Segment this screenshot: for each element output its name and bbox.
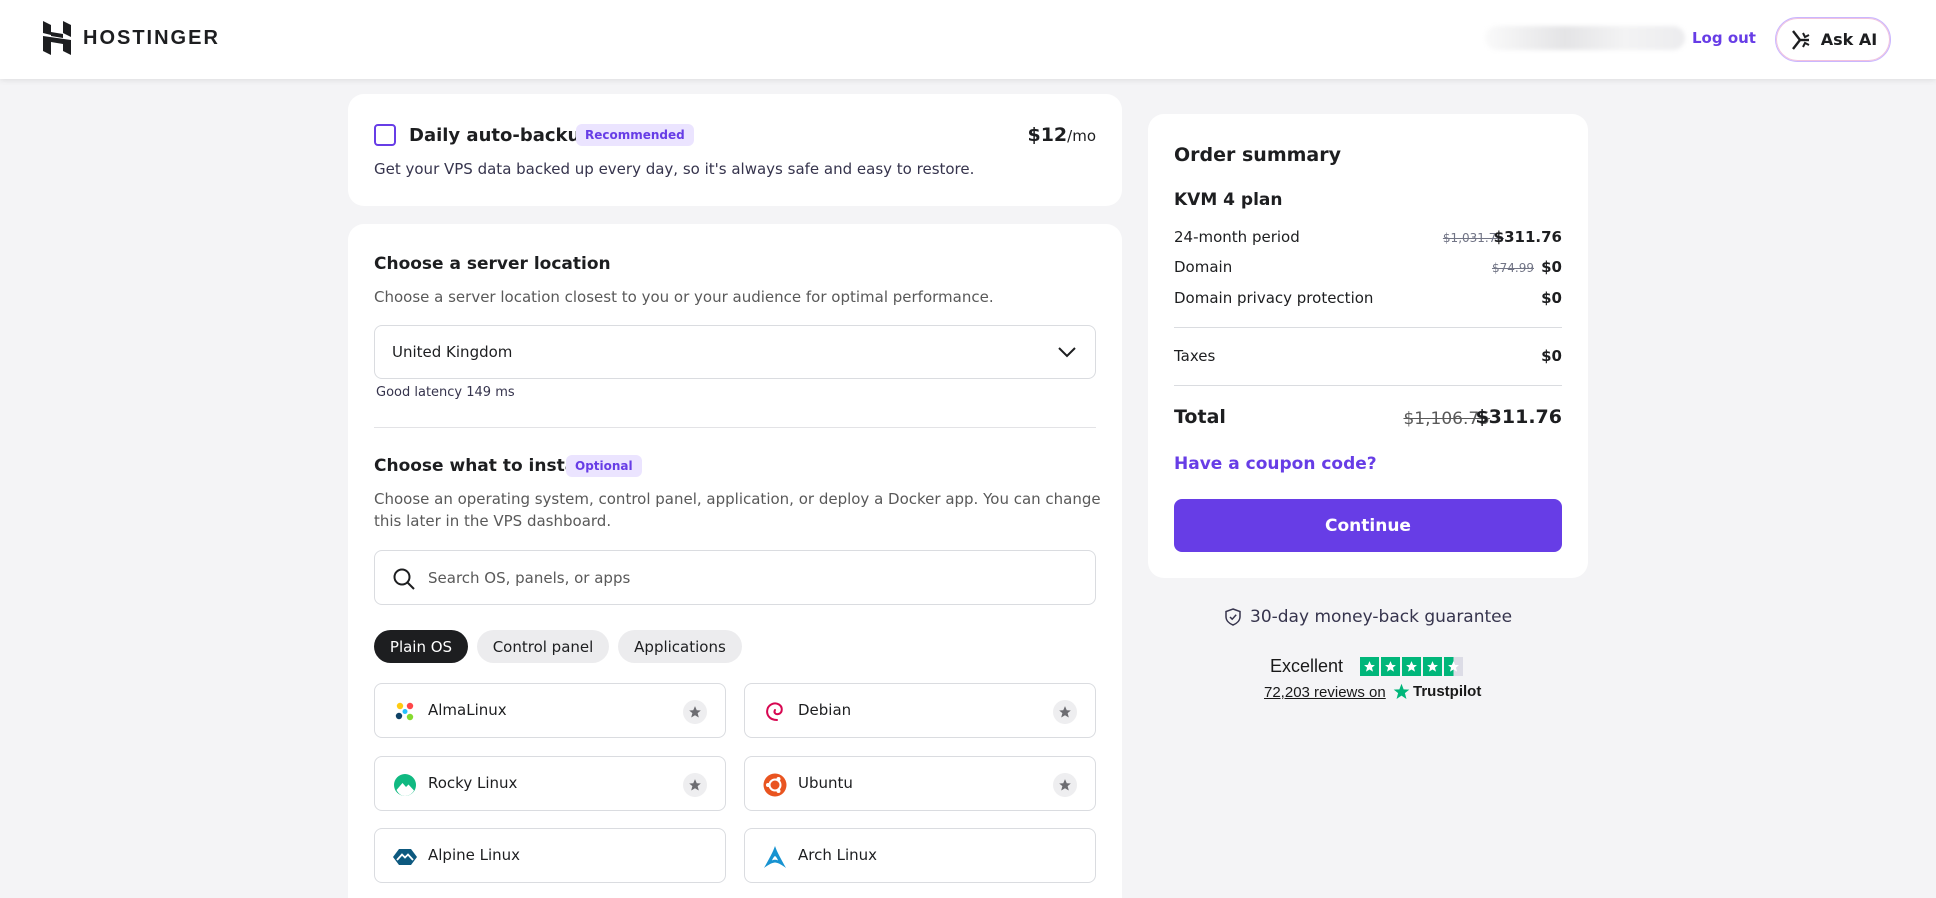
trustpilot-logo: Trustpilot [1393, 683, 1481, 700]
os-search-input[interactable] [428, 566, 1068, 590]
section-divider [374, 427, 1096, 428]
server-location-value: United Kingdom [392, 343, 513, 361]
recommended-badge: Recommended [576, 124, 694, 146]
continue-button[interactable]: Continue [1174, 499, 1562, 552]
search-icon [393, 568, 415, 590]
os-name: Alpine Linux [428, 846, 521, 864]
star-icon [1059, 779, 1071, 791]
latency-text: Good latency 149 ms [376, 385, 515, 400]
ubuntu-icon [763, 773, 787, 797]
tab-applications[interactable]: Applications [618, 630, 742, 663]
favorite-star-icon[interactable] [683, 773, 707, 797]
chevron-down-icon [1058, 347, 1076, 358]
sparkle-icon [1791, 29, 1810, 50]
summary-line-domain: Domain $74.99 $0 [1174, 256, 1562, 278]
summary-divider [1174, 385, 1562, 386]
shield-check-icon [1225, 608, 1241, 626]
os-option-debian[interactable]: Debian [744, 683, 1096, 738]
location-title: Choose a server location [374, 254, 611, 274]
backup-price-amount: $12 [1027, 124, 1068, 146]
server-config-card: Choose a server location Choose a server… [348, 224, 1122, 898]
line-price: $0 [1541, 258, 1562, 276]
backup-price-unit: /mo [1067, 127, 1096, 145]
backup-card: Daily auto-backup Recommended $12/mo Get… [348, 94, 1122, 206]
trustpilot-logo-text: Trustpilot [1413, 683, 1482, 700]
ask-ai-button[interactable]: Ask AI [1775, 17, 1891, 62]
alpine-linux-icon [393, 849, 417, 865]
trustpilot-star-icon [1381, 657, 1400, 676]
order-summary-card: Order summary KVM 4 plan 24-month period… [1148, 114, 1588, 578]
summary-line-privacy: Domain privacy protection $0 [1174, 287, 1562, 309]
favorite-star-icon[interactable] [1053, 700, 1077, 724]
location-description: Choose a server location closest to you … [374, 288, 994, 306]
hostinger-logo[interactable]: HOSTINGER [43, 21, 220, 55]
summary-line-taxes: Taxes $0 [1174, 345, 1562, 367]
server-location-select[interactable]: United Kingdom [374, 325, 1096, 379]
os-name: AlmaLinux [428, 701, 507, 719]
line-label: Domain [1174, 258, 1233, 276]
trustpilot-star-logo-icon [1393, 683, 1410, 699]
backup-title: Daily auto-backup [409, 125, 594, 146]
guarantee-text: 30-day money-back guarantee [1250, 607, 1513, 627]
almalinux-icon [395, 702, 414, 721]
os-option-alpine-linux[interactable]: Alpine Linux [374, 828, 726, 883]
trustpilot-reviews-link[interactable]: 72,203 reviews on [1264, 684, 1386, 701]
install-title: Choose what to install [374, 456, 588, 476]
ask-ai-label: Ask AI [1820, 30, 1878, 49]
trustpilot-rating-label: Excellent [1270, 656, 1344, 676]
plan-name: KVM 4 plan [1174, 190, 1283, 210]
os-option-ubuntu[interactable]: Ubuntu [744, 756, 1096, 811]
os-search-box[interactable] [374, 550, 1096, 605]
os-name: Ubuntu [798, 774, 853, 792]
coupon-link[interactable]: Have a coupon code? [1174, 454, 1377, 474]
trustpilot-half-star-icon [1444, 657, 1463, 676]
line-old-price: $74.99 [1492, 261, 1534, 275]
tab-control-panel[interactable]: Control panel [477, 630, 609, 663]
order-summary-title: Order summary [1174, 144, 1342, 166]
total-price: $311.76 [1475, 406, 1562, 428]
line-price: $311.76 [1493, 228, 1562, 246]
star-icon [689, 779, 701, 791]
trustpilot-star-icon [1402, 657, 1421, 676]
backup-description: Get your VPS data backed up every day, s… [374, 160, 975, 178]
optional-badge: Optional [566, 455, 642, 477]
trustpilot-star-icon [1423, 657, 1442, 676]
trustpilot-stars [1360, 657, 1463, 676]
star-icon [1059, 706, 1071, 718]
os-option-arch-linux[interactable]: Arch Linux [744, 828, 1096, 883]
backup-price: $12/mo [1027, 124, 1096, 146]
line-label: 24-month period [1174, 228, 1300, 246]
debian-icon [766, 702, 783, 721]
user-email-blurred [1485, 26, 1685, 50]
os-name: Rocky Linux [428, 774, 518, 792]
rocky-linux-icon [394, 774, 416, 796]
logout-link[interactable]: Log out [1692, 29, 1756, 47]
favorite-star-icon[interactable] [1053, 773, 1077, 797]
arch-linux-icon [764, 846, 786, 868]
os-name: Debian [798, 701, 852, 719]
os-option-rocky-linux[interactable]: Rocky Linux [374, 756, 726, 811]
taxes-price: $0 [1541, 347, 1562, 365]
os-option-almalinux[interactable]: AlmaLinux [374, 683, 726, 738]
star-icon [689, 706, 701, 718]
total-label: Total [1174, 406, 1226, 428]
backup-checkbox[interactable] [374, 124, 396, 146]
os-name: Arch Linux [798, 846, 878, 864]
summary-line-period: 24-month period $1,031.76 $311.76 [1174, 226, 1562, 248]
top-header: HOSTINGER Log out Ask AI [0, 0, 1936, 79]
line-label: Domain privacy protection [1174, 289, 1374, 307]
money-back-guarantee: 30-day money-back guarantee [1225, 607, 1512, 627]
trustpilot-star-icon [1360, 657, 1379, 676]
tab-plain-os[interactable]: Plain OS [374, 630, 468, 663]
brand-name: HOSTINGER [83, 26, 220, 49]
install-description: Choose an operating system, control pane… [374, 490, 1101, 530]
summary-divider [1174, 327, 1562, 328]
line-price: $0 [1541, 289, 1562, 307]
favorite-star-icon[interactable] [683, 700, 707, 724]
taxes-label: Taxes [1174, 347, 1216, 365]
hostinger-logo-icon [43, 21, 71, 55]
